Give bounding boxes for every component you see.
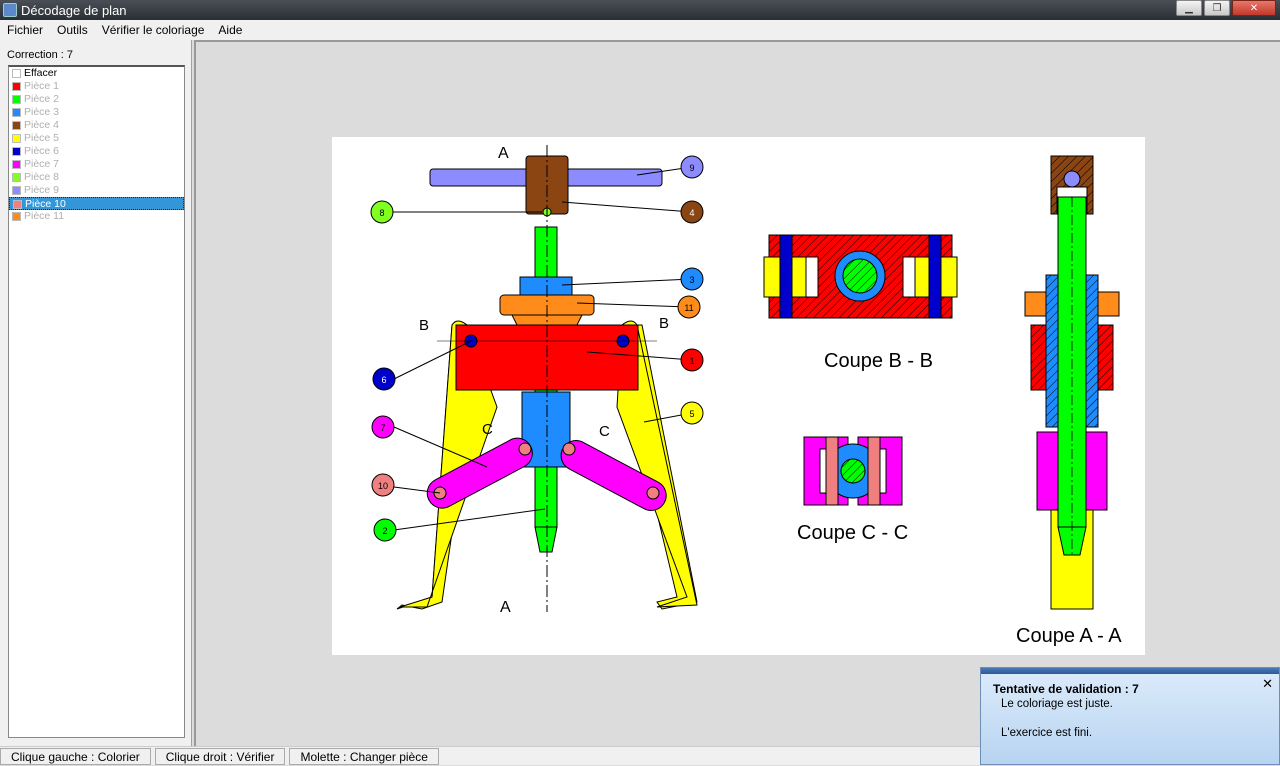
popup-title: Tentative de validation : 7 bbox=[993, 682, 1139, 696]
color-swatch bbox=[12, 108, 21, 117]
menu-aide[interactable]: Aide bbox=[211, 23, 249, 37]
color-swatch bbox=[12, 173, 21, 182]
section-cc bbox=[803, 436, 903, 506]
menu-verifier[interactable]: Vérifier le coloriage bbox=[95, 23, 212, 37]
color-swatch bbox=[12, 82, 21, 91]
color-swatch bbox=[12, 121, 21, 130]
list-item-effacer[interactable]: Effacer bbox=[9, 67, 184, 80]
drawing-svg: A A B B C C 9 8 4 3 11 6 1 5 7 10 2 Coup… bbox=[370, 145, 1122, 647]
app-icon bbox=[3, 3, 17, 17]
list-item-piece-1[interactable]: Pièce 1 bbox=[9, 80, 184, 93]
maximize-button[interactable]: ❐ bbox=[1204, 0, 1230, 16]
callout-7-label: 7 bbox=[380, 423, 385, 433]
list-item-piece-9[interactable]: Pièce 9 bbox=[9, 184, 184, 197]
list-item-piece-10[interactable]: Pièce 10 bbox=[9, 197, 184, 210]
validation-popup: ✕ Tentative de validation : 7 Le coloria… bbox=[980, 667, 1280, 765]
pin-10-3[interactable] bbox=[562, 442, 576, 456]
color-swatch bbox=[12, 186, 21, 195]
bb-axis-right[interactable] bbox=[928, 234, 942, 319]
color-swatch bbox=[12, 212, 21, 221]
mark-b-right: B bbox=[659, 315, 669, 332]
bb-slot-right bbox=[902, 256, 916, 298]
correction-label: Correction : 7 bbox=[7, 49, 74, 61]
list-item-piece-5[interactable]: Pièce 5 bbox=[9, 132, 184, 145]
piece-list[interactable]: Effacer Pièce 1 Pièce 2 Pièce 3 Pièce 4 … bbox=[8, 65, 185, 738]
cc-pin-left[interactable] bbox=[825, 436, 839, 506]
bb-slot-left bbox=[805, 256, 819, 298]
list-item-piece-6[interactable]: Pièce 6 bbox=[9, 145, 184, 158]
cc-pin-right[interactable] bbox=[867, 436, 881, 506]
mark-a-top: A bbox=[498, 145, 509, 162]
callout-9-label: 9 bbox=[689, 163, 694, 173]
list-item-piece-7[interactable]: Pièce 7 bbox=[9, 158, 184, 171]
list-item-piece-4[interactable]: Pièce 4 bbox=[9, 119, 184, 132]
status-right-click: Clique droit : Vérifier bbox=[154, 747, 286, 765]
minimize-button[interactable]: ▁ bbox=[1176, 0, 1202, 16]
mark-a-bottom: A bbox=[500, 599, 511, 616]
callout-3-label: 3 bbox=[689, 275, 694, 285]
section-bb bbox=[763, 234, 958, 319]
menu-bar: Fichier Outils Vérifier le coloriage Aid… bbox=[0, 20, 1280, 40]
section-bb-label: Coupe B - B bbox=[824, 350, 933, 372]
popup-message-2: L'exercice est fini. bbox=[1001, 727, 1093, 739]
color-swatch bbox=[12, 160, 21, 169]
list-item-piece-2[interactable]: Pièce 2 bbox=[9, 93, 184, 106]
mark-c-right: C bbox=[599, 423, 610, 440]
section-aa-label: Coupe A - A bbox=[1016, 625, 1122, 647]
close-icon[interactable]: ✕ bbox=[1262, 676, 1273, 692]
callout-1-label: 1 bbox=[689, 356, 694, 366]
pin-10-4[interactable] bbox=[646, 486, 660, 500]
callout-4-label: 4 bbox=[689, 208, 694, 218]
pin-10-2[interactable] bbox=[518, 442, 532, 456]
callout-6-label: 6 bbox=[381, 375, 386, 385]
color-swatch bbox=[13, 200, 22, 209]
technical-drawing[interactable]: A A B B C C 9 8 4 3 11 6 1 5 7 10 2 Coup… bbox=[332, 137, 1145, 655]
callout-10-label: 10 bbox=[378, 481, 388, 491]
list-item-piece-11[interactable]: Pièce 11 bbox=[9, 210, 184, 223]
color-swatch bbox=[12, 134, 21, 143]
section-aa bbox=[1024, 155, 1120, 610]
color-swatch bbox=[12, 95, 21, 104]
callout-5-label: 5 bbox=[689, 409, 694, 419]
list-item-piece-8[interactable]: Pièce 8 bbox=[9, 171, 184, 184]
front-view: A A B B C C bbox=[392, 145, 698, 616]
list-item-piece-3[interactable]: Pièce 3 bbox=[9, 106, 184, 119]
title-bar: Décodage de plan ▁ ❐ ✕ bbox=[0, 0, 1280, 20]
color-swatch bbox=[12, 69, 21, 78]
callout-2-label: 2 bbox=[382, 526, 387, 536]
close-button[interactable]: ✕ bbox=[1232, 0, 1276, 16]
popup-message: Le coloriage est juste. bbox=[1001, 698, 1113, 710]
section-cc-label: Coupe C - C bbox=[797, 522, 908, 544]
bb-axis-left[interactable] bbox=[779, 234, 793, 319]
status-wheel: Molette : Changer pièce bbox=[289, 747, 439, 765]
nut[interactable] bbox=[519, 276, 573, 296]
aa-handle[interactable] bbox=[1063, 170, 1081, 188]
menu-outils[interactable]: Outils bbox=[50, 23, 95, 37]
piece-panel: Correction : 7 Effacer Pièce 1 Pièce 2 P… bbox=[0, 40, 192, 746]
mark-b-left: B bbox=[419, 317, 429, 334]
menu-fichier[interactable]: Fichier bbox=[0, 23, 50, 37]
bb-spindle-hatch bbox=[843, 259, 877, 293]
callout-8-label: 8 bbox=[379, 208, 384, 218]
window-title: Décodage de plan bbox=[21, 2, 127, 18]
mark-c-left: C bbox=[482, 421, 493, 438]
status-left-click: Clique gauche : Colorier bbox=[0, 747, 151, 765]
popup-grip[interactable] bbox=[981, 668, 1279, 674]
cc-spindle-hatch bbox=[841, 459, 865, 483]
color-swatch bbox=[12, 147, 21, 156]
callout-11-label: 11 bbox=[684, 303, 693, 313]
spindle-tip[interactable] bbox=[534, 526, 558, 553]
